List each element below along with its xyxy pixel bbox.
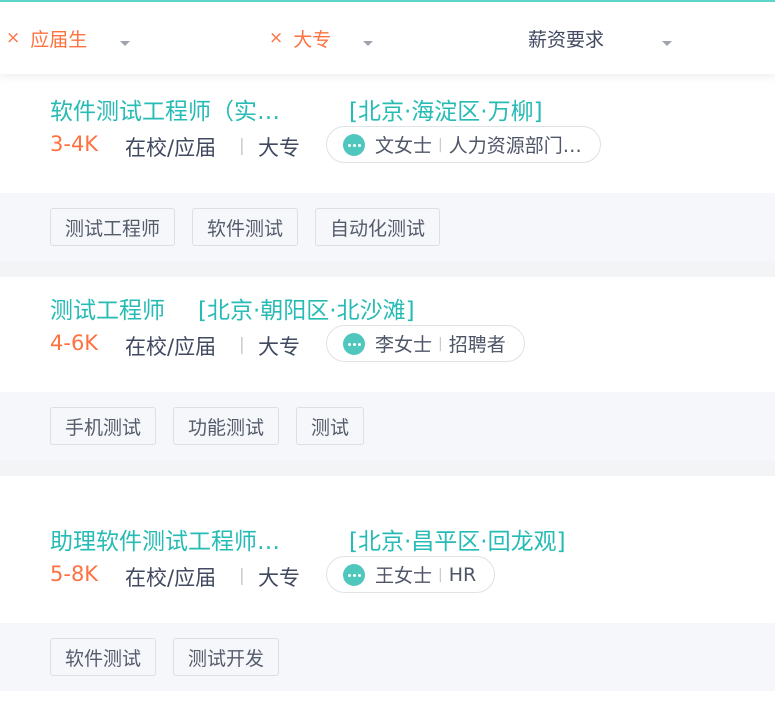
divider: | [438,335,443,352]
skill-tag[interactable]: 自动化测试 [315,208,441,246]
job-title[interactable]: 助理软件测试工程师… [50,522,280,556]
job-title[interactable]: 测试工程师 [50,291,165,325]
contact-chip[interactable]: 李女士 | 招聘者 [326,325,525,362]
job-card-main[interactable]: 助理软件测试工程师… [北京·昌平区·回龙观] 5-8K 在校/应届 | 大专 … [0,508,775,623]
divider: | [438,136,443,153]
chevron-down-icon [662,41,672,46]
filter-salary[interactable]: 薪资要求 [528,2,672,74]
contact-role: 人力资源部门… [448,135,582,157]
filter-label: 应届生 [30,28,88,51]
job-card-main[interactable]: 软件测试工程师（实… [北京·海淀区·万柳] 3-4K 在校/应届 | 大专 文… [0,78,775,193]
chat-icon [343,563,365,586]
skill-tag[interactable]: 手机测试 [50,407,157,445]
job-experience: 在校/应届 [125,566,217,590]
job-location: [北京·海淀区·万柳] [349,99,543,125]
clear-icon[interactable]: × [269,28,283,48]
chat-icon [343,133,365,156]
job-card-main[interactable]: 测试工程师 [北京·朝阳区·北沙滩] 4-6K 在校/应届 | 大专 李女士 |… [0,277,775,392]
filter-education[interactable]: × 大专 [269,2,373,74]
job-salary: 5-8K [50,562,99,586]
job-education: 大专 [258,335,300,359]
skill-tag[interactable]: 测试 [296,407,365,445]
skill-tag[interactable]: 功能测试 [173,407,280,445]
skill-tag[interactable]: 测试工程师 [50,208,176,246]
filter-experience[interactable]: × 应届生 [6,2,130,74]
tag-row: 测试工程师 软件测试 自动化测试 [0,193,775,261]
chat-icon [343,332,365,355]
contact-role: HR [448,563,477,586]
skill-tag[interactable]: 测试开发 [173,638,280,676]
contact-role: 招聘者 [448,334,506,356]
job-title[interactable]: 软件测试工程师（实… [50,92,280,126]
job-salary: 4-6K [50,331,99,355]
chevron-down-icon [363,41,373,46]
contact-chip[interactable]: 王女士 | HR [326,556,496,593]
job-salary: 3-4K [50,132,99,156]
job-experience: 在校/应届 [125,136,217,160]
divider: | [239,335,245,355]
skill-tag[interactable]: 软件测试 [50,638,157,676]
contact-chip[interactable]: 文女士 | 人力资源部门… [326,126,601,163]
card-gap [0,460,775,476]
chevron-down-icon [120,41,130,46]
divider: | [239,566,245,586]
contact-name: 王女士 [375,565,433,587]
filter-label: 薪资要求 [528,28,605,51]
tag-row: 手机测试 功能测试 测试 [0,392,775,460]
skill-tag[interactable]: 软件测试 [192,208,299,246]
job-experience: 在校/应届 [125,335,217,359]
filter-label: 大专 [293,28,332,51]
clear-icon[interactable]: × [6,28,20,48]
job-education: 大专 [258,566,300,590]
contact-name: 文女士 [375,135,433,157]
filter-bar: × 应届生 × 大专 薪资要求 [0,2,775,74]
divider: | [239,136,245,156]
job-location: [北京·昌平区·回龙观] [349,529,566,555]
divider: | [438,566,443,583]
contact-name: 李女士 [375,334,433,356]
tag-row: 软件测试 测试开发 [0,623,775,691]
card-gap [0,261,775,277]
job-education: 大专 [258,136,300,160]
job-location: [北京·朝阳区·北沙滩] [198,298,415,324]
